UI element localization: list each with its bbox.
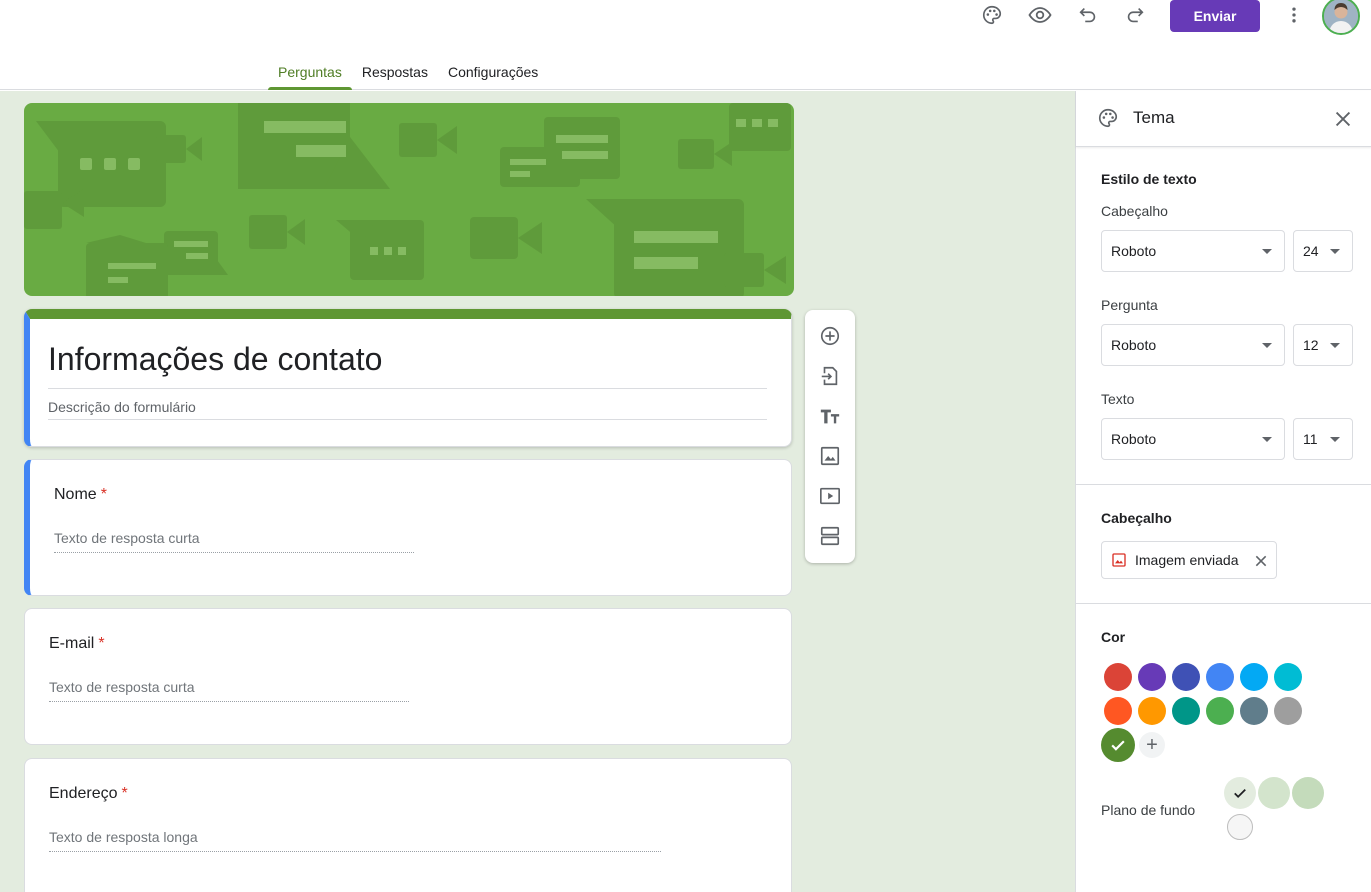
selected-color-swatch[interactable] bbox=[1101, 728, 1135, 762]
background-swatch[interactable] bbox=[1258, 777, 1290, 809]
text-font-label: Texto bbox=[1101, 391, 1135, 407]
header-image-heading: Cabeçalho bbox=[1101, 510, 1172, 526]
theme-panel: Tema Estilo de texto Cabeçalho Roboto 24… bbox=[1075, 91, 1371, 892]
question-card-email[interactable]: E-mail * Texto de resposta curta bbox=[24, 608, 792, 745]
palette-icon[interactable] bbox=[974, 0, 1010, 30]
palette-icon bbox=[1097, 107, 1119, 134]
more-vert-icon[interactable] bbox=[1276, 0, 1312, 30]
question-label: E-mail * bbox=[49, 635, 105, 652]
background-label: Plano de fundo bbox=[1101, 802, 1196, 818]
theme-panel-header: Tema bbox=[1076, 91, 1371, 147]
question-card-name[interactable]: Nome * Texto de resposta curta bbox=[24, 459, 792, 596]
app-root: Enviar Perguntas Respostas Configurações bbox=[0, 0, 1371, 892]
eye-icon[interactable] bbox=[1022, 0, 1058, 30]
add-title-icon[interactable] bbox=[818, 404, 842, 428]
color-swatch[interactable] bbox=[1240, 697, 1268, 725]
required-asterisk: * bbox=[121, 785, 128, 802]
color-swatch[interactable] bbox=[1274, 697, 1302, 725]
dropdown-arrow-icon bbox=[1330, 249, 1340, 254]
floating-toolbar bbox=[805, 310, 855, 563]
check-icon bbox=[1234, 788, 1246, 799]
dropdown-arrow-icon bbox=[1330, 437, 1340, 442]
question-font-label: Pergunta bbox=[1101, 297, 1158, 313]
header-banner-image bbox=[24, 103, 794, 296]
import-questions-icon[interactable] bbox=[818, 364, 842, 388]
color-swatch[interactable] bbox=[1206, 663, 1234, 691]
color-swatch[interactable] bbox=[1138, 697, 1166, 725]
text-size-select[interactable]: 11 bbox=[1293, 418, 1353, 460]
tab-bar: Perguntas Respostas Configurações bbox=[268, 52, 548, 90]
tab-settings[interactable]: Configurações bbox=[438, 52, 548, 90]
top-bar: Enviar Perguntas Respostas Configurações bbox=[0, 0, 1371, 90]
text-style-heading: Estilo de texto bbox=[1101, 171, 1197, 187]
chip-label: Imagem enviada bbox=[1135, 552, 1239, 568]
divider bbox=[1076, 603, 1371, 604]
color-heading: Cor bbox=[1101, 629, 1126, 645]
add-color-icon[interactable]: + bbox=[1139, 732, 1165, 758]
color-swatch[interactable] bbox=[1206, 697, 1234, 725]
dropdown-arrow-icon bbox=[1262, 249, 1272, 254]
question-label: Nome * bbox=[54, 486, 107, 503]
send-button[interactable]: Enviar bbox=[1170, 0, 1260, 32]
form-description[interactable]: Descrição do formulário bbox=[48, 399, 767, 420]
theme-panel-title: Tema bbox=[1133, 108, 1175, 127]
heading-font-label: Cabeçalho bbox=[1101, 203, 1168, 219]
question-label: Endereço * bbox=[49, 785, 128, 802]
question-font-select[interactable]: Roboto bbox=[1101, 324, 1285, 366]
form-title[interactable]: Informações de contato bbox=[48, 341, 767, 389]
add-question-icon[interactable] bbox=[818, 324, 842, 348]
background-swatch[interactable] bbox=[1227, 814, 1253, 840]
long-answer-hint: Texto de resposta longa bbox=[49, 829, 661, 852]
form-canvas: Informações de contato Descrição do form… bbox=[0, 91, 1075, 892]
required-asterisk: * bbox=[100, 486, 107, 503]
avatar[interactable] bbox=[1322, 0, 1360, 35]
color-swatch[interactable] bbox=[1274, 663, 1302, 691]
selected-background-swatch[interactable] bbox=[1224, 777, 1256, 809]
redo-icon[interactable] bbox=[1117, 0, 1153, 30]
tab-responses[interactable]: Respostas bbox=[352, 52, 438, 90]
heading-font-select[interactable]: Roboto bbox=[1101, 230, 1285, 272]
text-font-select[interactable]: Roboto bbox=[1101, 418, 1285, 460]
color-swatch[interactable] bbox=[1104, 697, 1132, 725]
form-title-card[interactable]: Informações de contato Descrição do form… bbox=[24, 309, 792, 447]
remove-image-icon[interactable] bbox=[1253, 553, 1269, 569]
question-card-address[interactable]: Endereço * Texto de resposta longa bbox=[24, 758, 792, 892]
heading-size-select[interactable]: 24 bbox=[1293, 230, 1353, 272]
color-swatch[interactable] bbox=[1104, 663, 1132, 691]
add-image-icon[interactable] bbox=[818, 444, 842, 468]
color-swatch[interactable] bbox=[1240, 663, 1268, 691]
color-swatch[interactable] bbox=[1172, 697, 1200, 725]
dropdown-arrow-icon bbox=[1330, 343, 1340, 348]
dropdown-arrow-icon bbox=[1262, 343, 1272, 348]
uploaded-image-chip[interactable]: Imagem enviada bbox=[1101, 541, 1277, 579]
required-asterisk: * bbox=[98, 635, 105, 652]
dropdown-arrow-icon bbox=[1262, 437, 1272, 442]
color-swatch[interactable] bbox=[1172, 663, 1200, 691]
undo-icon[interactable] bbox=[1070, 0, 1106, 30]
question-size-select[interactable]: 12 bbox=[1293, 324, 1353, 366]
tab-questions[interactable]: Perguntas bbox=[268, 52, 352, 90]
short-answer-hint: Texto de resposta curta bbox=[54, 530, 414, 553]
close-icon[interactable] bbox=[1332, 108, 1354, 130]
divider bbox=[1076, 484, 1371, 485]
background-swatch[interactable] bbox=[1292, 777, 1324, 809]
color-swatch[interactable] bbox=[1138, 663, 1166, 691]
add-section-icon[interactable] bbox=[818, 524, 842, 548]
image-icon bbox=[1111, 552, 1127, 573]
short-answer-hint: Texto de resposta curta bbox=[49, 679, 409, 702]
add-video-icon[interactable] bbox=[818, 484, 842, 508]
check-icon bbox=[1111, 740, 1125, 751]
